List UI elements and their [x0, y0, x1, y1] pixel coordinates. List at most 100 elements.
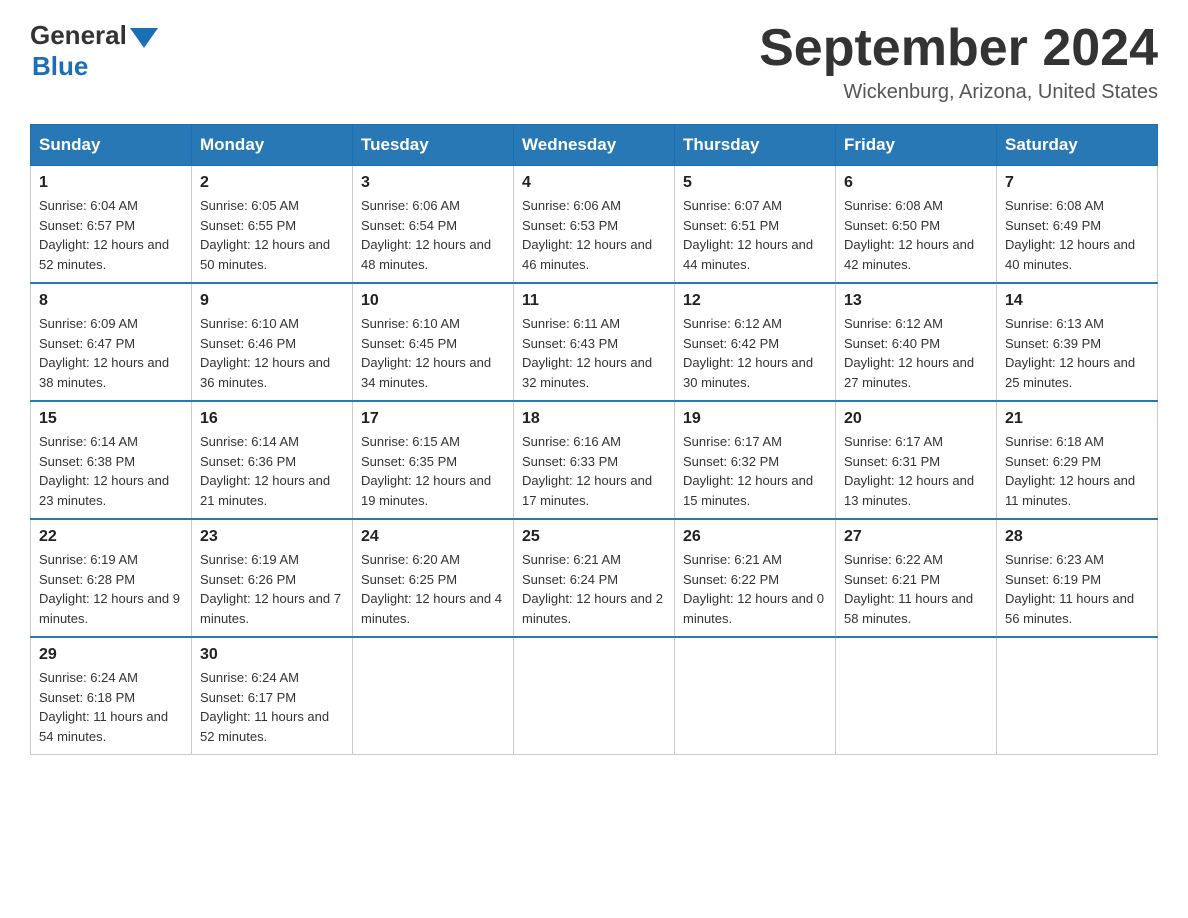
week-row-4: 22 Sunrise: 6:19 AMSunset: 6:28 PMDayligh… — [31, 519, 1158, 637]
logo-triangle-icon — [130, 28, 158, 48]
col-header-thursday: Thursday — [675, 125, 836, 166]
day-number: 30 — [200, 646, 344, 664]
day-info: Sunrise: 6:15 AMSunset: 6:35 PMDaylight:… — [361, 432, 505, 510]
day-cell: 12Sunrise: 6:12 AMSunset: 6:42 PMDayligh… — [675, 283, 836, 401]
day-number: 12 — [683, 292, 827, 310]
day-cell: 18 Sunrise: 6:16 AMSunset: 6:33 PMDayligh… — [514, 401, 675, 519]
day-info: Sunrise: 6:22 AMSunset: 6:21 PMDaylight:… — [844, 550, 988, 628]
day-number: 6 — [844, 174, 988, 192]
day-info: Sunrise: 6:14 AMSunset: 6:38 PMDaylight:… — [39, 432, 183, 510]
day-cell — [836, 637, 997, 755]
day-cell: 11 Sunrise: 6:11 AMSunset: 6:43 PMDayligh… — [514, 283, 675, 401]
week-row-1: 1 Sunrise: 6:04 AMSunset: 6:57 PMDaylight… — [31, 166, 1158, 284]
day-info: Sunrise: 6:06 AMSunset: 6:53 PMDaylight:… — [522, 196, 666, 274]
day-cell: 30Sunrise: 6:24 AMSunset: 6:17 PMDayligh… — [192, 637, 353, 755]
day-info: Sunrise: 6:10 AMSunset: 6:45 PMDaylight:… — [361, 314, 505, 392]
day-info: Sunrise: 6:17 AMSunset: 6:31 PMDaylight:… — [844, 432, 988, 510]
day-number: 19 — [683, 410, 827, 428]
day-info: Sunrise: 6:21 AMSunset: 6:24 PMDaylight:… — [522, 550, 666, 628]
day-info: Sunrise: 6:19 AMSunset: 6:28 PMDaylight:… — [39, 550, 183, 628]
day-info: Sunrise: 6:07 AMSunset: 6:51 PMDaylight:… — [683, 196, 827, 274]
day-cell: 26 Sunrise: 6:21 AMSunset: 6:22 PMDayligh… — [675, 519, 836, 637]
title-section: September 2024 Wickenburg, Arizona, Unit… — [759, 20, 1158, 104]
day-cell: 3Sunrise: 6:06 AMSunset: 6:54 PMDaylight… — [353, 166, 514, 284]
day-info: Sunrise: 6:08 AMSunset: 6:49 PMDaylight:… — [1005, 196, 1149, 274]
day-cell: 14 Sunrise: 6:13 AMSunset: 6:39 PMDayligh… — [997, 283, 1158, 401]
day-number: 20 — [844, 410, 988, 428]
day-number: 17 — [361, 410, 505, 428]
day-cell — [514, 637, 675, 755]
day-number: 5 — [683, 174, 827, 192]
day-number: 21 — [1005, 410, 1149, 428]
day-number: 25 — [522, 528, 666, 546]
day-info: Sunrise: 6:18 AMSunset: 6:29 PMDaylight:… — [1005, 432, 1149, 510]
day-cell: 1 Sunrise: 6:04 AMSunset: 6:57 PMDaylight… — [31, 166, 192, 284]
day-number: 26 — [683, 528, 827, 546]
day-cell — [675, 637, 836, 755]
logo: General Blue — [30, 20, 158, 82]
day-number: 24 — [361, 528, 505, 546]
day-cell: 9 Sunrise: 6:10 AMSunset: 6:46 PMDaylight… — [192, 283, 353, 401]
day-number: 11 — [522, 292, 666, 310]
col-header-wednesday: Wednesday — [514, 125, 675, 166]
day-cell: 2 Sunrise: 6:05 AMSunset: 6:55 PMDaylight… — [192, 166, 353, 284]
day-number: 18 — [522, 410, 666, 428]
day-cell: 20 Sunrise: 6:17 AMSunset: 6:31 PMDayligh… — [836, 401, 997, 519]
day-number: 15 — [39, 410, 183, 428]
day-cell: 7Sunrise: 6:08 AMSunset: 6:49 PMDaylight… — [997, 166, 1158, 284]
logo-general: General — [30, 20, 127, 51]
day-number: 16 — [200, 410, 344, 428]
day-number: 29 — [39, 646, 183, 664]
day-info: Sunrise: 6:20 AMSunset: 6:25 PMDaylight:… — [361, 550, 505, 628]
col-header-sunday: Sunday — [31, 125, 192, 166]
day-cell: 22 Sunrise: 6:19 AMSunset: 6:28 PMDayligh… — [31, 519, 192, 637]
day-info: Sunrise: 6:14 AMSunset: 6:36 PMDaylight:… — [200, 432, 344, 510]
day-cell: 6 Sunrise: 6:08 AMSunset: 6:50 PMDaylight… — [836, 166, 997, 284]
day-cell: 10 Sunrise: 6:10 AMSunset: 6:45 PMDayligh… — [353, 283, 514, 401]
day-number: 9 — [200, 292, 344, 310]
day-info: Sunrise: 6:09 AMSunset: 6:47 PMDaylight:… — [39, 314, 183, 392]
day-cell — [353, 637, 514, 755]
day-info: Sunrise: 6:04 AMSunset: 6:57 PMDaylight:… — [39, 196, 183, 274]
col-header-monday: Monday — [192, 125, 353, 166]
day-cell: 19 Sunrise: 6:17 AMSunset: 6:32 PMDayligh… — [675, 401, 836, 519]
day-cell: 27 Sunrise: 6:22 AMSunset: 6:21 PMDayligh… — [836, 519, 997, 637]
day-info: Sunrise: 6:13 AMSunset: 6:39 PMDaylight:… — [1005, 314, 1149, 392]
day-info: Sunrise: 6:21 AMSunset: 6:22 PMDaylight:… — [683, 550, 827, 628]
day-cell: 5 Sunrise: 6:07 AMSunset: 6:51 PMDaylight… — [675, 166, 836, 284]
day-cell: 8Sunrise: 6:09 AMSunset: 6:47 PMDaylight… — [31, 283, 192, 401]
day-number: 2 — [200, 174, 344, 192]
logo-blue: Blue — [30, 51, 158, 82]
day-number: 3 — [361, 174, 505, 192]
day-number: 23 — [200, 528, 344, 546]
day-cell: 13Sunrise: 6:12 AMSunset: 6:40 PMDayligh… — [836, 283, 997, 401]
col-header-saturday: Saturday — [997, 125, 1158, 166]
day-info: Sunrise: 6:11 AMSunset: 6:43 PMDaylight:… — [522, 314, 666, 392]
day-number: 28 — [1005, 528, 1149, 546]
day-info: Sunrise: 6:10 AMSunset: 6:46 PMDaylight:… — [200, 314, 344, 392]
page-header: General Blue September 2024 Wickenburg, … — [30, 20, 1158, 104]
day-info: Sunrise: 6:17 AMSunset: 6:32 PMDaylight:… — [683, 432, 827, 510]
day-cell: 23 Sunrise: 6:19 AMSunset: 6:26 PMDayligh… — [192, 519, 353, 637]
day-number: 27 — [844, 528, 988, 546]
col-header-friday: Friday — [836, 125, 997, 166]
day-cell: 25 Sunrise: 6:21 AMSunset: 6:24 PMDayligh… — [514, 519, 675, 637]
day-cell — [997, 637, 1158, 755]
week-row-3: 15 Sunrise: 6:14 AMSunset: 6:38 PMDayligh… — [31, 401, 1158, 519]
day-number: 4 — [522, 174, 666, 192]
day-number: 14 — [1005, 292, 1149, 310]
month-title: September 2024 — [759, 20, 1158, 77]
week-row-2: 8Sunrise: 6:09 AMSunset: 6:47 PMDaylight… — [31, 283, 1158, 401]
calendar-table: SundayMondayTuesdayWednesdayThursdayFrid… — [30, 124, 1158, 755]
day-cell: 15 Sunrise: 6:14 AMSunset: 6:38 PMDayligh… — [31, 401, 192, 519]
calendar-header-row: SundayMondayTuesdayWednesdayThursdayFrid… — [31, 125, 1158, 166]
day-cell: 29Sunrise: 6:24 AMSunset: 6:18 PMDayligh… — [31, 637, 192, 755]
day-number: 1 — [39, 174, 183, 192]
day-number: 10 — [361, 292, 505, 310]
day-info: Sunrise: 6:23 AMSunset: 6:19 PMDaylight:… — [1005, 550, 1149, 628]
day-info: Sunrise: 6:08 AMSunset: 6:50 PMDaylight:… — [844, 196, 988, 274]
day-info: Sunrise: 6:05 AMSunset: 6:55 PMDaylight:… — [200, 196, 344, 274]
day-info: Sunrise: 6:19 AMSunset: 6:26 PMDaylight:… — [200, 550, 344, 628]
day-number: 22 — [39, 528, 183, 546]
day-info: Sunrise: 6:16 AMSunset: 6:33 PMDaylight:… — [522, 432, 666, 510]
